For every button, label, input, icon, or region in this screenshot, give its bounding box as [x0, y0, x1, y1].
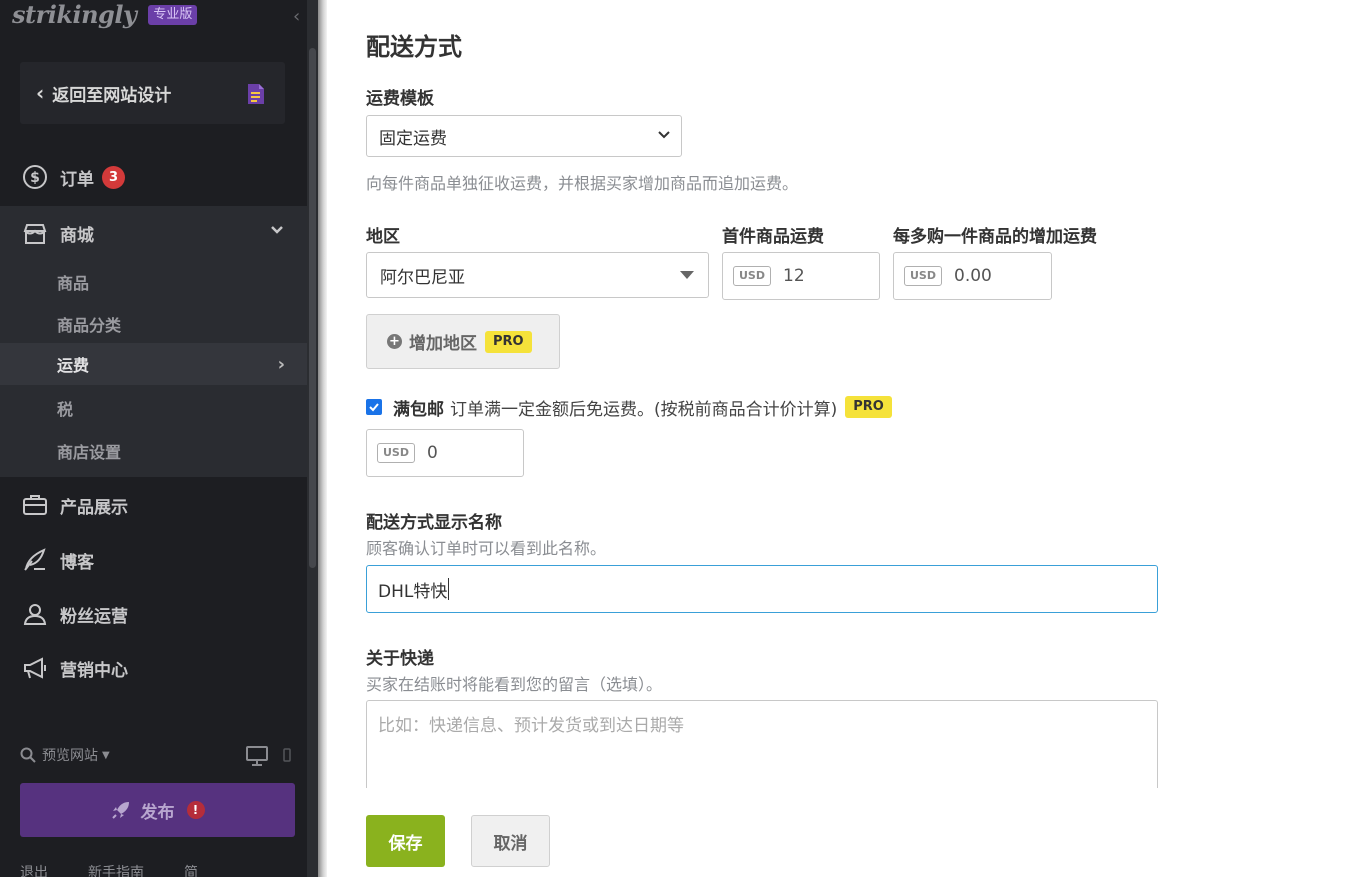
users-icon [22, 601, 48, 627]
plan-badge: 专业版 [148, 5, 198, 25]
template-label: 运费模板 [366, 89, 434, 109]
svg-text:$: $ [30, 170, 40, 186]
logo[interactable]: strikingly [12, 0, 137, 30]
nav-orders-label: 订单 [60, 169, 94, 190]
template-select-value: 固定运费 [379, 128, 447, 149]
nav-products-showcase-label: 产品展示 [60, 497, 128, 518]
nav-blog-label: 博客 [60, 552, 94, 573]
region-select-value: 阿尔巴尼亚 [380, 267, 465, 288]
sub-item-shipping-label: 运费 [57, 356, 90, 375]
logo-row: strikingly 专业版 [12, 0, 198, 30]
free-shipping-title: 满包邮 [393, 399, 444, 420]
free-shipping-desc: 订单满一定金额后免运费。(按税前商品合计价计算) [450, 399, 838, 420]
nav-shop[interactable]: 商城 [0, 206, 307, 261]
nav-fans-label: 粉丝运营 [60, 606, 128, 627]
currency-tag: USD [377, 443, 415, 463]
nav-fans[interactable]: 粉丝运营 [0, 587, 307, 641]
about-courier-placeholder: 比如：快递信息、预计发货或到达日期等 [378, 716, 684, 736]
orders-count-badge: 3 [102, 165, 125, 189]
preview-site-link[interactable]: 预览网站 [42, 745, 98, 765]
template-hint: 向每件商品单独征收运费，并根据买家增加商品而追加运费。 [366, 174, 799, 193]
nav-blog[interactable]: 博客 [0, 533, 307, 587]
nav-shop-label: 商城 [60, 226, 94, 246]
caret-down-icon[interactable]: ▼ [102, 750, 110, 761]
mobile-icon[interactable] [283, 748, 291, 762]
first-item-fee-value: 12 [783, 266, 805, 286]
pro-badge: PRO [845, 396, 892, 418]
nav-marketing[interactable]: 营销中心 [0, 641, 307, 695]
add-region-label: 增加地区 [409, 334, 477, 354]
sub-item-categories[interactable]: 商品分类 [0, 303, 307, 345]
quill-icon [22, 547, 48, 573]
store-icon [22, 221, 48, 247]
about-courier-textarea[interactable]: 比如：快递信息、预计发货或到达日期等 [366, 700, 1158, 788]
dollar-icon: $ [22, 164, 48, 190]
additional-item-fee-input[interactable]: USD 0.00 [893, 252, 1052, 300]
desktop-icon[interactable] [246, 746, 268, 766]
document-icon [248, 84, 264, 104]
free-shipping-checkbox[interactable] [366, 399, 382, 415]
language-link[interactable]: 简 [184, 862, 198, 877]
sub-item-products[interactable]: 商品 [0, 261, 307, 303]
sidebar-scrollbar-thumb[interactable] [309, 48, 316, 568]
page-title: 配送方式 [366, 33, 462, 61]
nav-marketing-label: 营销中心 [60, 660, 128, 681]
free-shipping-row: 满包邮 订单满一定金额后免运费。(按税前商品合计价计算) PRO [366, 393, 892, 421]
publish-button[interactable]: 发布 ! [20, 783, 295, 837]
cancel-button[interactable]: 取消 [471, 815, 550, 867]
free-shipping-threshold-input[interactable]: USD 0 [366, 429, 524, 477]
first-item-label: 首件商品运费 [722, 227, 824, 247]
publish-warning-badge: ! [186, 801, 205, 819]
sidebar-footer: 退出 新手指南 简 [20, 862, 300, 877]
chevron-down-icon [271, 226, 283, 234]
briefcase-icon [22, 492, 48, 518]
sub-item-tax[interactable]: 税 [0, 387, 307, 429]
sidebar-scrollbar[interactable] [307, 0, 318, 877]
chevron-down-icon [658, 131, 670, 139]
free-shipping-threshold-value: 0 [427, 443, 438, 463]
sub-item-shipping[interactable]: 运费 › [0, 343, 307, 385]
sidebar-divider [318, 0, 327, 877]
display-name-value: DHL特快 [378, 581, 448, 602]
about-courier-label: 关于快递 [366, 649, 434, 669]
chevron-right-icon: › [277, 354, 285, 375]
plus-circle-icon: + [387, 334, 402, 349]
display-name-input[interactable]: DHL特快 [366, 565, 1158, 613]
nav-orders[interactable]: $ 订单 3 [0, 150, 307, 204]
publish-label: 发布 [140, 802, 175, 823]
template-select[interactable]: 固定运费 [366, 115, 682, 157]
currency-tag: USD [733, 266, 771, 286]
display-name-label: 配送方式显示名称 [366, 513, 502, 533]
rocket-icon [111, 802, 129, 819]
additional-item-fee-value: 0.00 [954, 266, 992, 286]
back-label: 返回至网站设计 [52, 85, 172, 106]
currency-tag: USD [904, 266, 942, 286]
first-item-fee-input[interactable]: USD 12 [722, 252, 880, 300]
pro-badge: PRO [485, 330, 532, 353]
add-region-button[interactable]: + 增加地区 PRO [366, 314, 560, 369]
shop-submenu: 商品 商品分类 运费 › 税 商店设置 [0, 261, 307, 477]
save-button[interactable]: 保存 [366, 815, 445, 867]
additional-item-label: 每多购一件商品的增加运费 [893, 227, 1097, 247]
collapse-sidebar-icon[interactable]: ‹ [293, 6, 300, 27]
caret-down-icon [680, 271, 694, 279]
text-cursor [448, 578, 450, 600]
check-icon [369, 403, 379, 412]
sidebar: strikingly 专业版 ‹ ‹ 返回至网站设计 $ 订单 3 商城 商品 … [0, 0, 307, 877]
guide-link[interactable]: 新手指南 [88, 862, 144, 877]
search-icon [20, 747, 36, 763]
nav-products-showcase[interactable]: 产品展示 [0, 478, 307, 532]
shipping-method-form: 配送方式 运费模板 固定运费 向每件商品单独征收运费，并根据买家增加商品而追加运… [366, 0, 1364, 877]
region-label: 地区 [366, 227, 400, 247]
back-to-design-button[interactable]: ‹ 返回至网站设计 [20, 62, 285, 124]
chevron-left-icon: ‹ [36, 81, 45, 105]
region-select[interactable]: 阿尔巴尼亚 [366, 252, 709, 298]
about-courier-hint: 买家在结账时将能看到您的留言（选填）。 [366, 675, 663, 694]
logout-link[interactable]: 退出 [20, 862, 48, 877]
sub-item-store-settings[interactable]: 商店设置 [0, 430, 307, 472]
preview-row: 预览网站 ▼ [20, 744, 295, 766]
megaphone-icon [22, 655, 48, 681]
display-name-hint: 顾客确认订单时可以看到此名称。 [366, 539, 607, 558]
